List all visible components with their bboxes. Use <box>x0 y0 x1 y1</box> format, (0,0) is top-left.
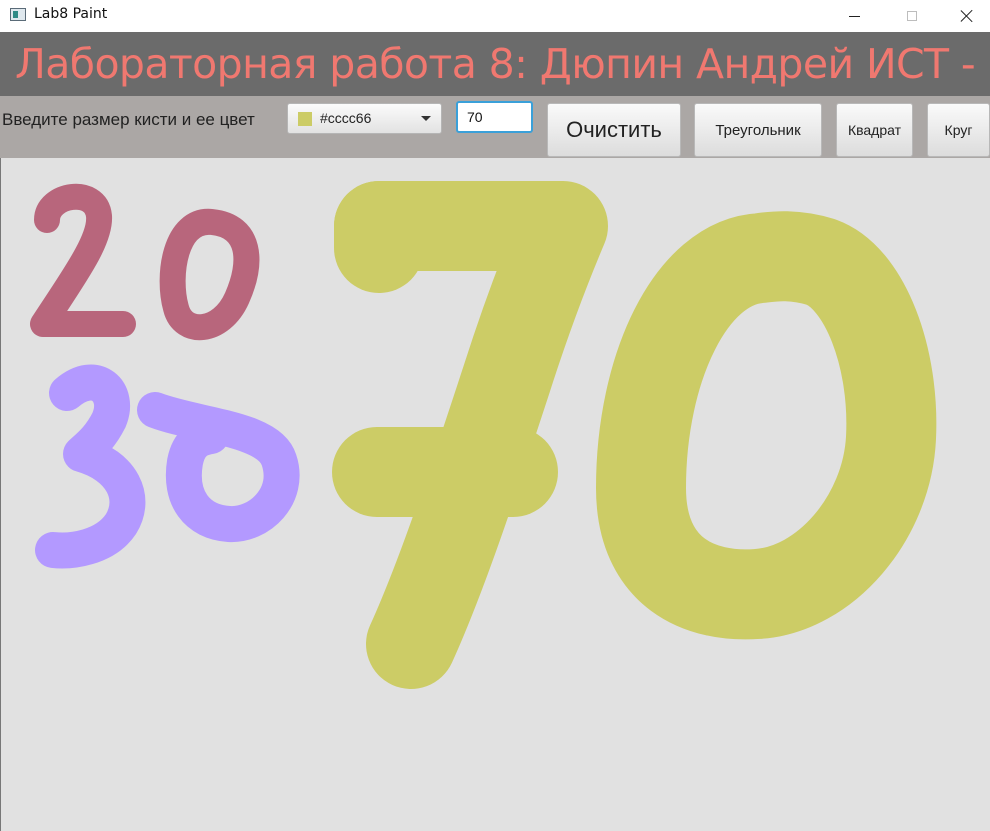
chevron-down-icon <box>421 116 431 121</box>
brush-size-input[interactable] <box>456 101 533 133</box>
toolbar: Введите размер кисти и ее цвет #cccc66 О… <box>0 96 990 158</box>
color-picker-value: #cccc66 <box>320 110 372 126</box>
stroke-70 <box>332 181 937 689</box>
title-bar: Lab8 Paint <box>0 0 990 32</box>
close-icon <box>960 9 974 23</box>
drawing-canvas[interactable] <box>0 158 990 831</box>
maximize-icon <box>907 11 917 21</box>
window-title: Lab8 Paint <box>34 6 108 22</box>
square-button[interactable]: Квадрат <box>836 103 913 157</box>
stroke-30 <box>35 364 300 569</box>
color-picker[interactable]: #cccc66 <box>287 103 442 134</box>
minimize-button[interactable] <box>831 0 877 32</box>
minimize-icon <box>848 15 860 17</box>
app-window: Lab8 Paint Лабораторная работа 8: Дюпин … <box>0 0 990 831</box>
color-swatch <box>298 112 312 126</box>
page-title: Лабораторная работа 8: Дюпин Андрей ИСТ … <box>15 40 990 88</box>
brush-settings-label: Введите размер кисти и ее цвет <box>2 110 255 129</box>
header-banner: Лабораторная работа 8: Дюпин Андрей ИСТ … <box>0 32 990 96</box>
close-button[interactable] <box>944 0 990 32</box>
canvas-drawing <box>30 181 937 689</box>
app-icon <box>10 8 26 21</box>
circle-button[interactable]: Круг <box>927 103 990 157</box>
stroke-20 <box>30 183 260 341</box>
triangle-button[interactable]: Треугольник <box>694 103 822 157</box>
maximize-button[interactable] <box>889 0 935 32</box>
clear-button[interactable]: Очистить <box>547 103 681 157</box>
